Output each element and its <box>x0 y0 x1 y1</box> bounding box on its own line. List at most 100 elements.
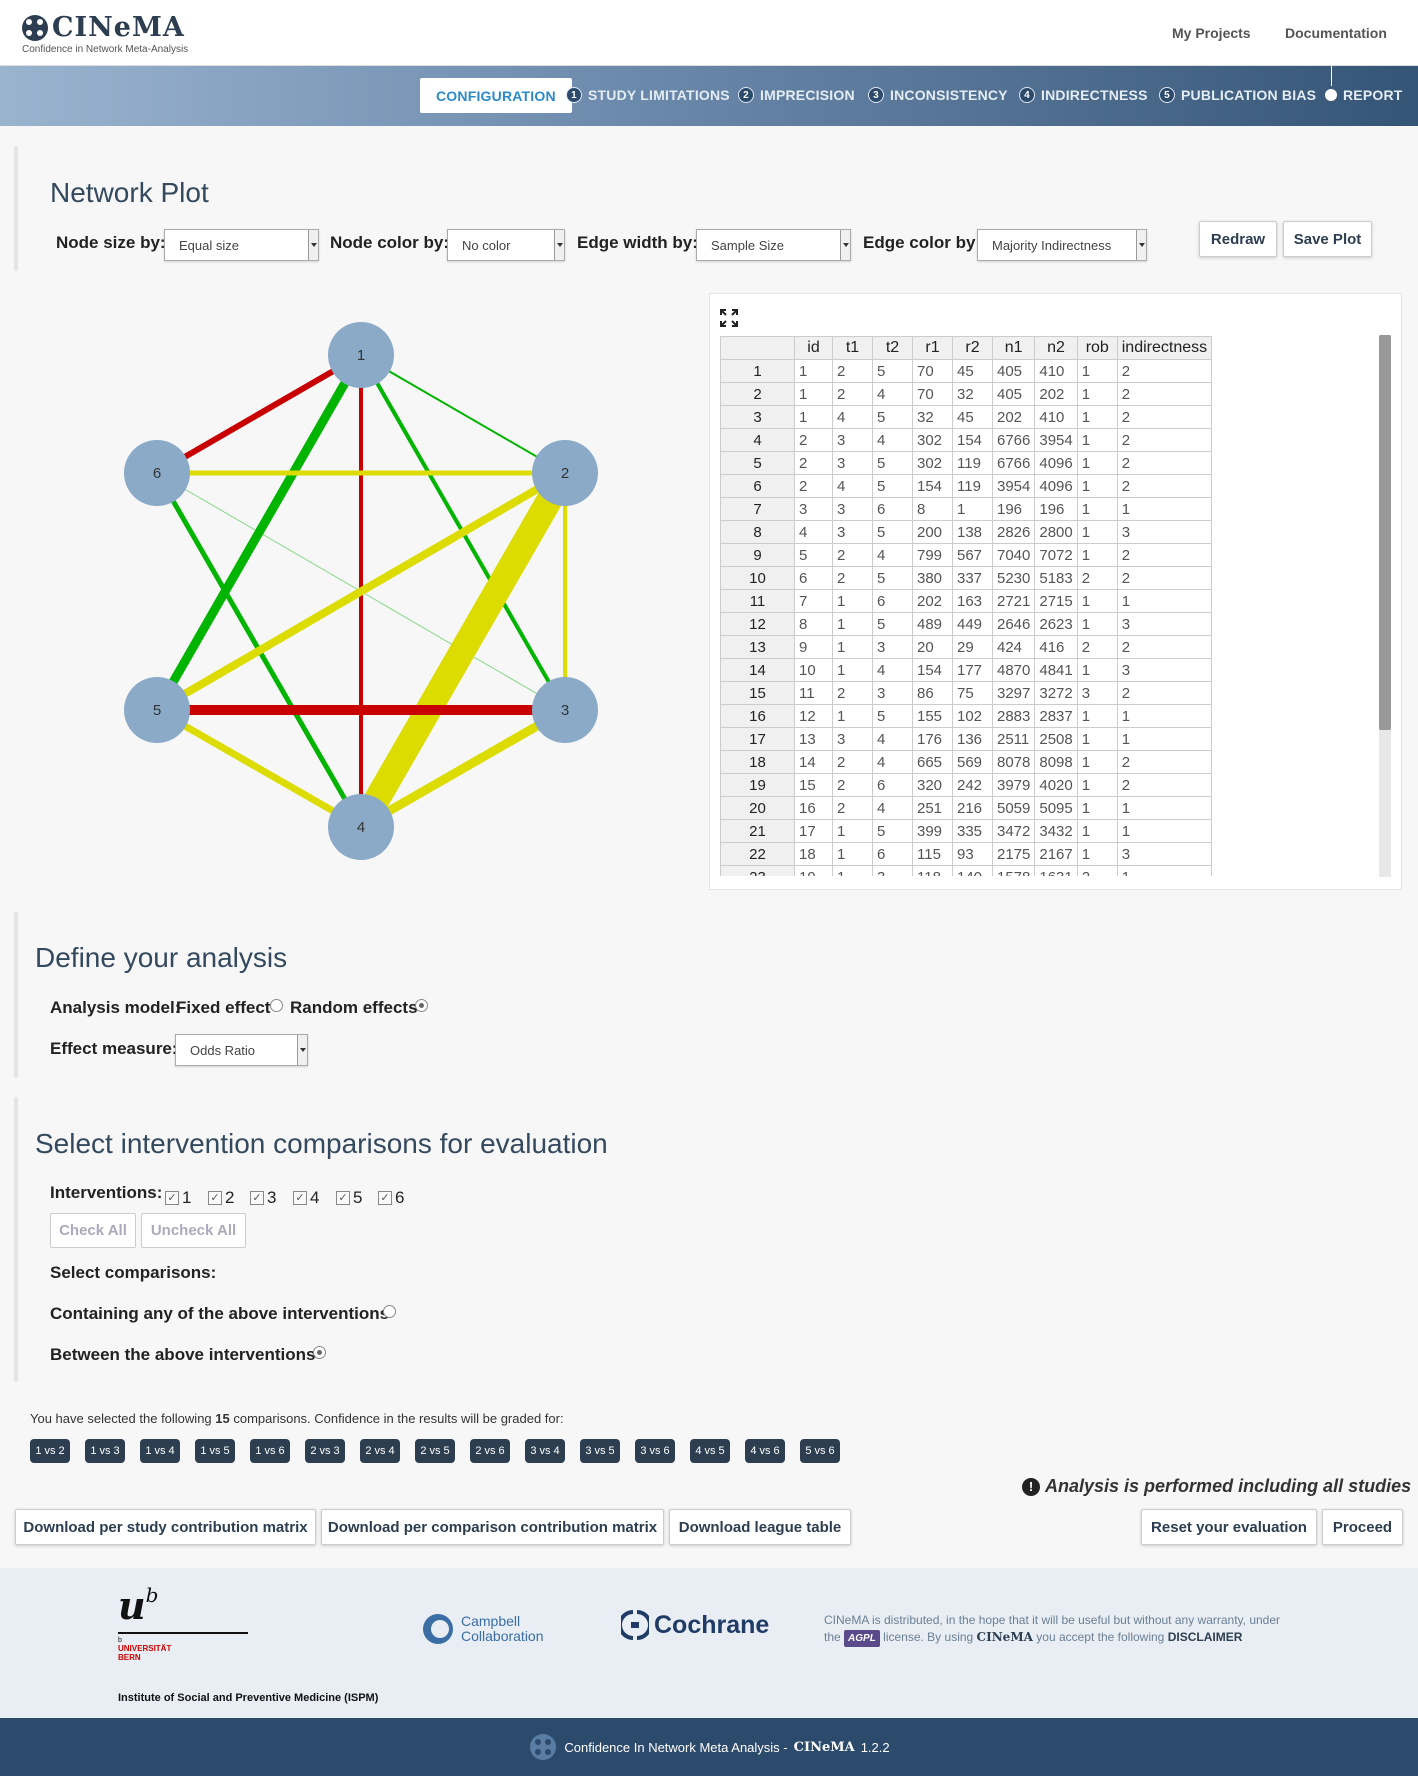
table-cell[interactable]: 7 <box>794 589 833 613</box>
table-cell[interactable]: 2 <box>794 428 833 452</box>
table-cell[interactable]: 3954 <box>1034 428 1078 452</box>
table-cell[interactable]: 1 <box>1076 750 1118 774</box>
table-cell[interactable]: 1 <box>1076 451 1118 475</box>
table-cell[interactable]: 5 <box>872 474 913 498</box>
containing-radio[interactable] <box>383 1305 396 1318</box>
table-cell[interactable]: 29 <box>952 635 993 659</box>
node-color-select[interactable]: No color <box>447 229 565 261</box>
edge-color-select[interactable]: Majority Indirectness <box>977 229 1147 261</box>
table-cell[interactable]: 3 <box>1116 658 1213 682</box>
table-row[interactable]: 20 16 2 4 251 216 5059 5095 1 1 <box>720 796 1213 820</box>
row-header[interactable]: 5 <box>720 451 795 475</box>
table-cell[interactable]: 3432 <box>1034 819 1078 843</box>
table-cell[interactable]: 5 <box>872 704 913 728</box>
table-row[interactable]: 19 15 2 6 320 242 3979 4020 1 2 <box>720 773 1213 797</box>
row-header[interactable]: 10 <box>720 566 795 590</box>
table-cell[interactable]: 2 <box>832 359 873 383</box>
table-row[interactable]: 8 4 3 5 200 138 2826 2800 1 3 <box>720 520 1213 544</box>
table-cell[interactable]: 665 <box>912 750 953 774</box>
step-report[interactable]: REPORT <box>1325 87 1403 103</box>
column-header-id[interactable]: id <box>794 336 833 360</box>
table-cell[interactable]: 6 <box>794 566 833 590</box>
table-cell[interactable]: 416 <box>1034 635 1078 659</box>
table-cell[interactable]: 154 <box>912 658 953 682</box>
table-cell[interactable]: 2167 <box>1034 842 1078 866</box>
table-cell[interactable]: 115 <box>912 842 953 866</box>
table-cell[interactable]: 4 <box>872 382 913 406</box>
table-cell[interactable]: 8 <box>912 497 953 521</box>
column-header-n2[interactable]: n2 <box>1034 336 1078 360</box>
table-cell[interactable]: 200 <box>912 520 953 544</box>
table-row[interactable]: 14 10 1 4 154 177 4870 4841 1 3 <box>720 658 1213 682</box>
table-cell[interactable]: 7072 <box>1034 543 1078 567</box>
table-cell[interactable]: 405 <box>991 382 1036 406</box>
table-cell[interactable]: 70 <box>912 359 953 383</box>
table-cell[interactable]: 1 <box>832 819 873 843</box>
table-scrollbar[interactable] <box>1379 335 1391 877</box>
table-cell[interactable]: 202 <box>912 589 953 613</box>
table-row[interactable]: 11 7 1 6 202 163 2721 2715 1 1 <box>720 589 1213 613</box>
table-cell[interactable]: 3 <box>832 727 873 751</box>
table-row[interactable]: 6 2 4 5 154 119 3954 4096 1 2 <box>720 474 1213 498</box>
table-cell[interactable]: 4096 <box>1034 451 1078 475</box>
checkbox-checked-icon[interactable]: ✓ <box>378 1191 392 1205</box>
row-header[interactable]: 21 <box>720 819 795 843</box>
table-cell[interactable]: 16 <box>794 796 833 820</box>
table-cell[interactable]: 3 <box>872 865 913 876</box>
table-cell[interactable]: 9 <box>794 635 833 659</box>
table-cell[interactable]: 1 <box>1116 796 1213 820</box>
table-cell[interactable]: 202 <box>991 405 1036 429</box>
table-cell[interactable]: 1 <box>1076 405 1118 429</box>
table-cell[interactable]: 3 <box>794 497 833 521</box>
table-row[interactable]: 4 2 3 4 302 154 6766 3954 1 2 <box>720 428 1213 452</box>
table-cell[interactable]: 1 <box>794 382 833 406</box>
row-header[interactable]: 9 <box>720 543 795 567</box>
table-row[interactable]: 18 14 2 4 665 569 8078 8098 1 2 <box>720 750 1213 774</box>
redraw-button[interactable]: Redraw <box>1199 221 1277 257</box>
table-cell[interactable]: 302 <box>912 451 953 475</box>
table-cell[interactable]: 489 <box>912 612 953 636</box>
reset-evaluation-button[interactable]: Reset your evaluation <box>1141 1509 1317 1545</box>
row-header[interactable]: 4 <box>720 428 795 452</box>
table-cell[interactable]: 2 <box>1076 566 1118 590</box>
table-cell[interactable]: 196 <box>991 497 1036 521</box>
row-header[interactable]: 13 <box>720 635 795 659</box>
step-publication-bias[interactable]: 5 PUBLICATION BIAS <box>1159 87 1316 103</box>
table-cell[interactable]: 4 <box>872 796 913 820</box>
table-cell[interactable]: 335 <box>952 819 993 843</box>
table-cell[interactable]: 1 <box>794 405 833 429</box>
table-cell[interactable]: 2 <box>832 566 873 590</box>
table-cell[interactable]: 337 <box>952 566 993 590</box>
table-row[interactable]: 15 11 2 3 86 75 3297 3272 3 2 <box>720 681 1213 705</box>
column-header-t1[interactable]: t1 <box>832 336 873 360</box>
intervention-checkbox-5[interactable]: ✓ 5 <box>336 1188 362 1208</box>
checkbox-checked-icon[interactable]: ✓ <box>293 1191 307 1205</box>
table-cell[interactable]: 5059 <box>991 796 1036 820</box>
table-cell[interactable]: 6 <box>872 842 913 866</box>
step-imprecision[interactable]: 2 IMPRECISION <box>738 87 855 103</box>
row-header[interactable]: 3 <box>720 405 795 429</box>
checkbox-checked-icon[interactable]: ✓ <box>165 1191 179 1205</box>
column-header-n1[interactable]: n1 <box>991 336 1036 360</box>
table-cell[interactable]: 251 <box>912 796 953 820</box>
table-cell[interactable]: 6766 <box>991 428 1036 452</box>
table-cell[interactable]: 1 <box>832 658 873 682</box>
table-cell[interactable]: 2 <box>1116 635 1213 659</box>
data-grid[interactable]: id t1 t2 r1 r2 n1 n2 rob indirectness 1 1 2 5 70 45 40… <box>720 336 1335 876</box>
table-cell[interactable]: 86 <box>912 681 953 705</box>
table-cell[interactable]: 2 <box>1076 865 1118 876</box>
table-cell[interactable]: 2 <box>1116 566 1213 590</box>
random-effects-radio[interactable] <box>415 999 428 1012</box>
table-cell[interactable]: 18 <box>794 842 833 866</box>
table-cell[interactable]: 1 <box>1116 727 1213 751</box>
table-cell[interactable]: 449 <box>952 612 993 636</box>
table-cell[interactable]: 11 <box>794 681 833 705</box>
table-cell[interactable]: 1 <box>1076 773 1118 797</box>
row-header[interactable]: 22 <box>720 842 795 866</box>
table-cell[interactable]: 2 <box>1116 681 1213 705</box>
table-cell[interactable]: 569 <box>952 750 993 774</box>
table-cell[interactable]: 1 <box>1076 819 1118 843</box>
between-radio[interactable] <box>313 1346 326 1359</box>
row-header[interactable]: 2 <box>720 382 795 406</box>
check-all-button[interactable]: Check All <box>50 1213 136 1248</box>
